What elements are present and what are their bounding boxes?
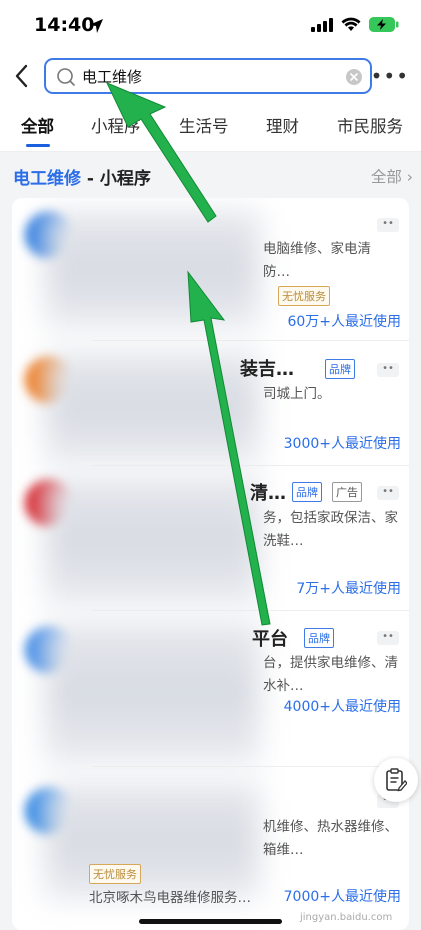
result-name: 平台 — [252, 629, 288, 650]
blurred-content — [45, 210, 260, 328]
more-options-icon[interactable]: •• — [377, 486, 399, 500]
result-desc-line: 防… — [263, 264, 290, 280]
section-all-link[interactable]: 全部 › — [371, 165, 413, 187]
usage-count: 7000+人最近使用 — [283, 889, 401, 905]
more-options-icon[interactable]: •• — [377, 218, 399, 232]
result-desc-line: 务，包括家政保洁、家 — [263, 510, 398, 526]
section-all-label: 全部 — [370, 168, 402, 186]
tab-citizen-service[interactable]: 市民服务 — [337, 113, 403, 137]
blurred-content — [45, 621, 260, 763]
result-desc-line: 台，提供家电维修、清 — [263, 655, 398, 671]
result-name: 清… — [250, 483, 286, 504]
brand-badge: 品牌 — [325, 359, 355, 379]
search-bar: ••• — [0, 52, 421, 100]
section-suffix: - 小程序 — [81, 169, 151, 189]
worry-free-badge: 无忧服务 — [278, 286, 330, 306]
watermark: jingyan.baidu.com — [300, 912, 393, 923]
result-desc-line: 司城上门。 — [263, 386, 331, 402]
result-desc-line: 机维修、热水器维修、 — [263, 819, 398, 835]
status-bar: 14:40 — [0, 0, 421, 52]
result-desc-line: 箱维… — [263, 842, 304, 858]
section-header: 电工维修 - 小程序 全部 › — [0, 152, 421, 198]
brand-badge: 品牌 — [304, 628, 334, 648]
result-desc-line: 水补… — [263, 678, 304, 694]
tab-all[interactable]: 全部 — [21, 113, 54, 137]
location-arrow-icon — [89, 19, 103, 33]
search-box[interactable] — [44, 58, 372, 94]
clipboard-edit-icon — [386, 768, 407, 792]
divider — [92, 465, 409, 466]
result-desc: 机维修、热水器维修、 箱维… — [263, 816, 398, 862]
result-desc-line: 电脑维修、家电清 — [263, 241, 371, 257]
section-title: 电工维修 - 小程序 — [13, 164, 151, 189]
usage-count: 4000+人最近使用 — [283, 699, 401, 715]
tab-life-account[interactable]: 生活号 — [179, 113, 229, 137]
search-icon — [57, 68, 75, 86]
feedback-button[interactable] — [374, 758, 418, 802]
divider — [92, 766, 409, 767]
wifi-icon — [341, 17, 361, 31]
chevron-right-icon: › — [406, 168, 413, 186]
usage-count: 7万+人最近使用 — [296, 581, 401, 597]
result-desc: 务，包括家政保洁、家 洗鞋… — [263, 507, 398, 553]
usage-count: 3000+人最近使用 — [283, 436, 401, 452]
battery-charging-icon — [369, 17, 399, 32]
home-indicator — [139, 919, 282, 924]
blurred-content — [45, 351, 260, 463]
result-desc: 司城上门。 — [263, 383, 331, 406]
usage-count: 60万+人最近使用 — [287, 314, 401, 330]
result-card[interactable]: 平台 品牌 台，提供家电维修、清 水补… 4000+人最近使用 •• — [12, 613, 409, 763]
result-desc: 台，提供家电维修、清 水补… — [263, 652, 398, 698]
result-card[interactable]: 机维修、热水器维修、 箱维… 无忧服务 北京啄木鸟电器维修服务… 7000+人最… — [12, 770, 409, 930]
result-card[interactable]: 电脑维修、家电清 防… 无忧服务 60万+人最近使用 •• — [12, 198, 409, 338]
more-menu-icon[interactable]: ••• — [371, 64, 409, 88]
clear-icon[interactable] — [346, 69, 362, 85]
result-card[interactable]: 清… 品牌 广告 务，包括家政保洁、家 洗鞋… 7万+人最近使用 •• — [12, 468, 409, 608]
result-desc: 电脑维修、家电清 防… — [263, 238, 371, 284]
section-keyword: 电工维修 — [13, 169, 81, 189]
category-tabs: 全部 小程序 生活号 理财 市民服务 — [0, 100, 421, 152]
result-name: 装吉… — [240, 359, 294, 380]
status-icons — [311, 17, 399, 32]
results-list: 电脑维修、家电清 防… 无忧服务 60万+人最近使用 •• 装吉… 品牌 司城上… — [12, 198, 409, 930]
blurred-content — [45, 782, 260, 900]
tab-finance[interactable]: 理财 — [266, 113, 299, 137]
back-icon[interactable] — [12, 62, 32, 90]
active-tab-indicator — [26, 144, 50, 147]
result-desc-line: 洗鞋… — [263, 533, 304, 549]
divider — [92, 340, 409, 341]
signal-icon — [311, 17, 333, 32]
ad-badge: 广告 — [332, 482, 362, 502]
worry-free-badge: 无忧服务 — [89, 864, 141, 884]
more-options-icon[interactable]: •• — [377, 363, 399, 377]
more-options-icon[interactable]: •• — [377, 631, 399, 645]
blurred-content — [45, 476, 260, 604]
divider — [92, 610, 409, 611]
brand-badge: 品牌 — [292, 482, 322, 502]
result-footer: 北京啄木鸟电器维修服务… — [89, 890, 251, 906]
search-input[interactable] — [82, 64, 342, 88]
result-card[interactable]: 装吉… 品牌 司城上门。 3000+人最近使用 •• — [12, 343, 409, 463]
status-time: 14:40 — [34, 14, 95, 36]
tab-mini-program[interactable]: 小程序 — [91, 113, 141, 137]
